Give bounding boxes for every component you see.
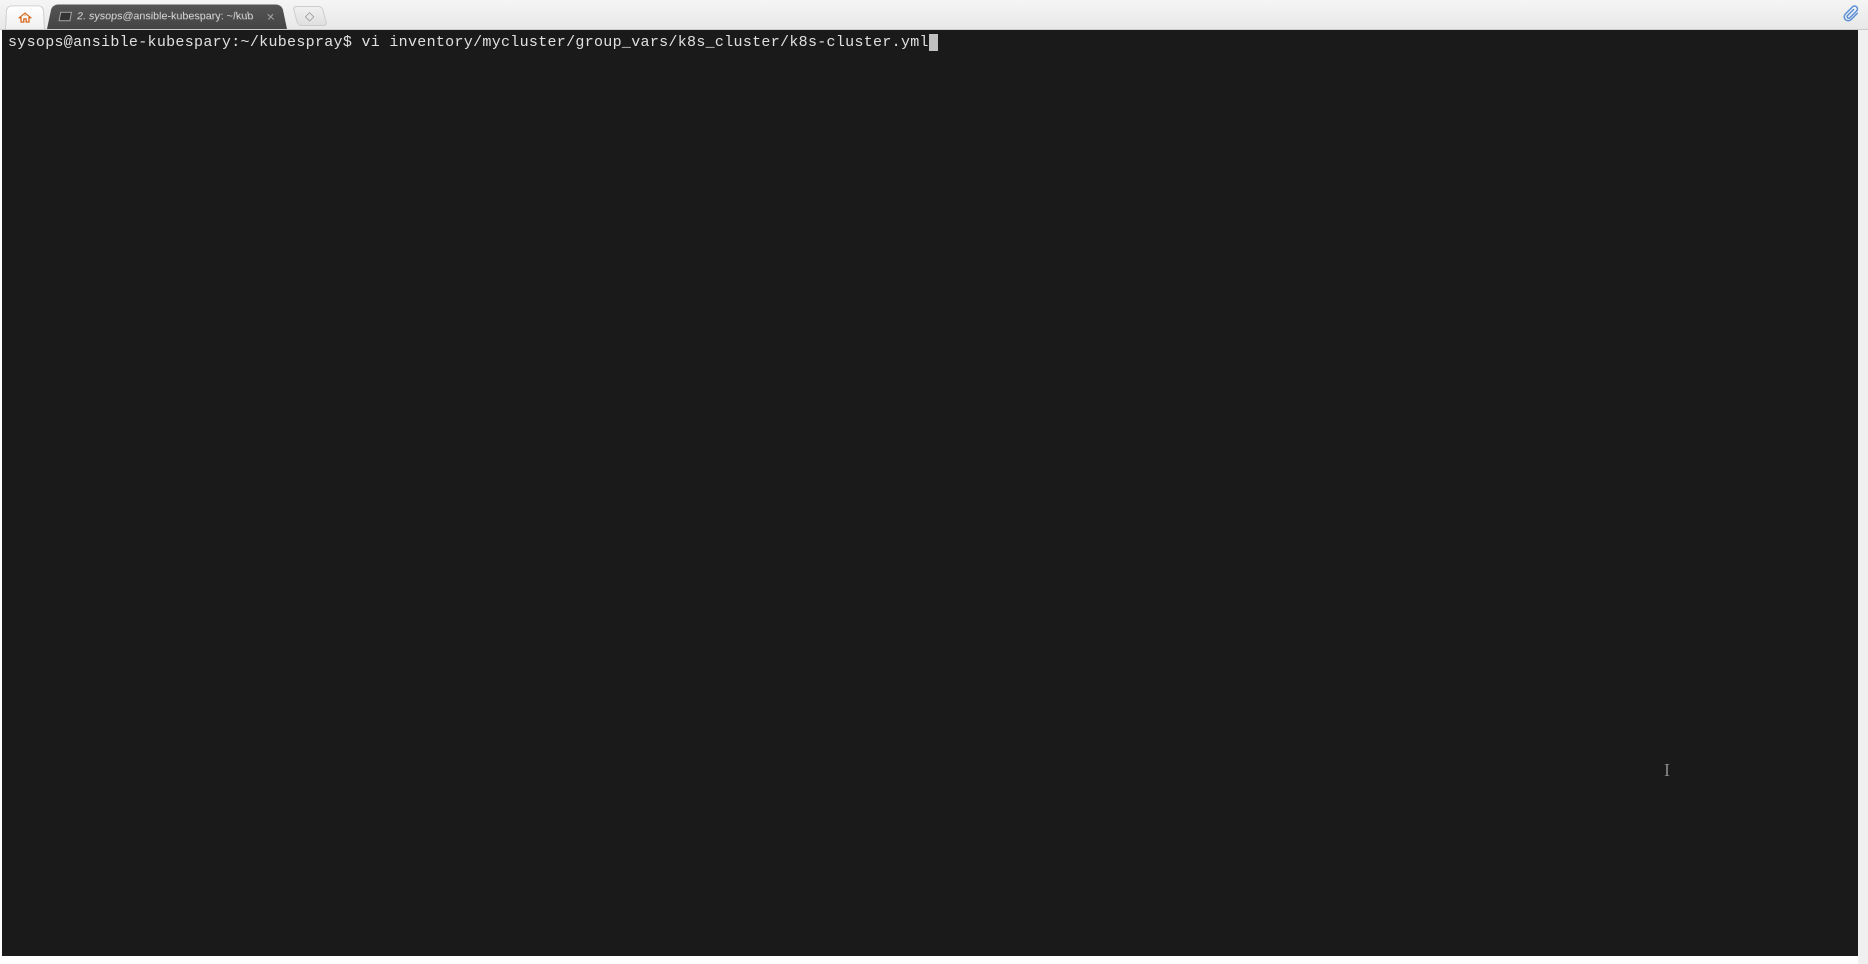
terminal-prompt: sysops@ansible-kubespary:~/kubespray$ xyxy=(8,34,361,51)
terminal-line: sysops@ansible-kubespary:~/kubespray$ vi… xyxy=(8,34,1852,51)
close-tab-button[interactable]: × xyxy=(265,9,276,24)
tab-bar: 2. sysops@ansible-kubespary: ~/kub × ◇ xyxy=(0,0,1868,30)
tab-title: 2. sysops@ansible-kubespary: ~/kub xyxy=(76,11,262,22)
terminal-command: vi inventory/mycluster/group_vars/k8s_cl… xyxy=(361,34,928,51)
scrollbar[interactable] xyxy=(1858,30,1868,964)
home-tab[interactable] xyxy=(5,5,45,29)
terminal-icon xyxy=(59,12,72,21)
terminal-cursor xyxy=(929,34,938,51)
terminal-content[interactable]: sysops@ansible-kubespary:~/kubespray$ vi… xyxy=(2,30,1858,956)
text-cursor-indicator: I xyxy=(1664,760,1670,781)
new-tab-icon: ◇ xyxy=(305,9,314,23)
terminal-tab[interactable]: 2. sysops@ansible-kubespary: ~/kub × xyxy=(47,5,287,29)
attachment-icon[interactable] xyxy=(1842,5,1860,23)
new-tab-button[interactable]: ◇ xyxy=(292,6,327,26)
home-icon xyxy=(18,11,32,24)
